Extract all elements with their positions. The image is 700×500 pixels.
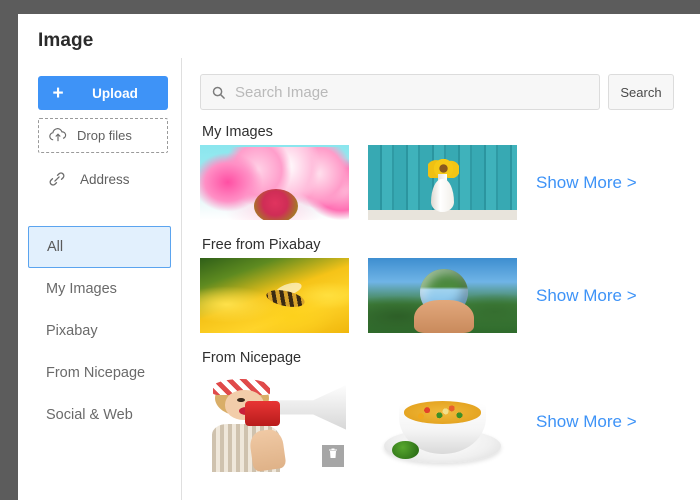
upload-button-label: Upload bbox=[92, 85, 138, 101]
thumbnail-woman-with-megaphone[interactable] bbox=[200, 371, 349, 472]
show-more-nicepage[interactable]: Show More > bbox=[536, 412, 637, 432]
content-area: Search My Images bbox=[182, 58, 700, 500]
delete-thumbnail-button[interactable] bbox=[322, 445, 344, 467]
address-label: Address bbox=[80, 171, 130, 187]
sidebar-item-label: Social & Web bbox=[46, 407, 133, 423]
section-my-images: My Images Show More > bbox=[200, 124, 700, 220]
search-input[interactable] bbox=[235, 83, 599, 101]
pink-daisy-artwork bbox=[200, 145, 349, 220]
sidebar: + Upload Drop files Address All My Image… bbox=[18, 58, 181, 500]
drop-files-zone[interactable]: Drop files bbox=[38, 118, 168, 153]
thumbnail-pink-daisy-flower[interactable] bbox=[200, 145, 349, 220]
section-title: My Images bbox=[202, 124, 273, 140]
section-title: From Nicepage bbox=[202, 350, 302, 366]
section-from-nicepage: From Nicepage Show More > bbox=[200, 350, 700, 472]
screen: Image + Upload Drop files Address All My… bbox=[0, 0, 700, 500]
image-picker-dialog: Image + Upload Drop files Address All My… bbox=[18, 14, 700, 500]
plus-icon: + bbox=[52, 82, 64, 104]
sidebar-item-social-web[interactable]: Social & Web bbox=[28, 394, 171, 436]
drop-files-label: Drop files bbox=[77, 128, 132, 143]
thumbnail-sunflower-in-vase[interactable] bbox=[368, 145, 517, 220]
search-button[interactable]: Search bbox=[608, 74, 674, 110]
thumbnail-row: Show More > bbox=[200, 145, 700, 220]
sidebar-item-all[interactable]: All bbox=[28, 226, 171, 268]
show-more-my-images[interactable]: Show More > bbox=[536, 173, 637, 193]
search-box[interactable] bbox=[200, 74, 600, 110]
dialog-title: Image bbox=[38, 30, 94, 51]
bee-flower-artwork bbox=[200, 258, 349, 333]
address-button[interactable]: Address bbox=[38, 162, 168, 196]
thumbnail-bee-on-yellow-flower[interactable] bbox=[200, 258, 349, 333]
thumbnail-row: Show More > bbox=[200, 258, 700, 333]
search-row: Search bbox=[200, 74, 700, 110]
search-icon bbox=[201, 85, 235, 100]
thumbnail-bowl-of-vegetable-soup[interactable] bbox=[368, 371, 517, 472]
section-title: Free from Pixabay bbox=[202, 237, 321, 253]
sidebar-item-label: My Images bbox=[46, 281, 117, 297]
sunflower-vase-artwork bbox=[368, 145, 517, 220]
show-more-pixabay[interactable]: Show More > bbox=[536, 286, 637, 306]
sidebar-item-label: Pixabay bbox=[46, 323, 98, 339]
sidebar-item-from-nicepage[interactable]: From Nicepage bbox=[28, 352, 171, 394]
sidebar-item-label: From Nicepage bbox=[46, 365, 146, 381]
thumbnail-row: Show More > bbox=[200, 371, 700, 472]
link-icon bbox=[38, 169, 76, 189]
sidebar-item-my-images[interactable]: My Images bbox=[28, 268, 171, 310]
thumbnail-hand-holding-glass-sphere[interactable] bbox=[368, 258, 517, 333]
cloud-upload-icon bbox=[39, 127, 77, 144]
upload-button[interactable]: + Upload bbox=[38, 76, 168, 110]
sidebar-nav: All My Images Pixabay From Nicepage Soci… bbox=[18, 226, 181, 436]
sidebar-item-pixabay[interactable]: Pixabay bbox=[28, 310, 171, 352]
section-free-from-pixabay: Free from Pixabay Show More > bbox=[200, 237, 700, 333]
trash-icon bbox=[327, 447, 339, 465]
sidebar-item-label: All bbox=[47, 239, 64, 255]
soup-bowl-artwork bbox=[368, 371, 517, 472]
glass-sphere-artwork bbox=[368, 258, 517, 333]
